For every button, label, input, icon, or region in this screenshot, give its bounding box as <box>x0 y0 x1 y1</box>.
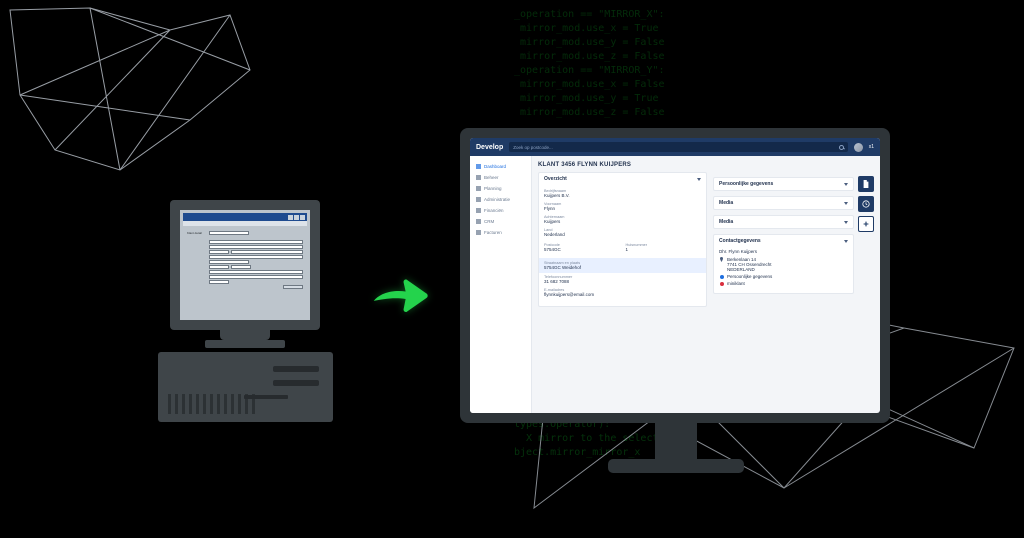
location-icon <box>719 257 724 262</box>
sidebar-item-financien[interactable]: Financiën <box>474 206 527 215</box>
app-brand: Develop <box>476 144 503 151</box>
chevron-down-icon <box>844 221 848 224</box>
field-value: Flynn <box>544 206 701 211</box>
sidebar-label: Dashboard <box>484 164 506 169</box>
social-label: miniklant <box>727 281 745 286</box>
legacy-min-icon <box>288 215 293 220</box>
wireframe-top-left <box>0 0 260 210</box>
card-persoonlijke-gegevens[interactable]: Persoonlijke gegevens <box>713 177 854 191</box>
sidebar-item-planning[interactable]: Planning <box>474 184 527 193</box>
social-icon <box>719 281 724 286</box>
user-avatar[interactable] <box>854 143 863 152</box>
chevron-down-icon <box>844 202 848 205</box>
legacy-input <box>209 280 229 284</box>
search-icon <box>839 145 844 150</box>
monitor-stand <box>608 459 744 473</box>
legacy-tower <box>158 352 333 422</box>
action-add-button[interactable] <box>858 216 874 232</box>
social-label: Persoonlijke gegevens <box>727 274 772 279</box>
card-title: Overzicht <box>544 176 567 182</box>
legacy-input <box>231 265 251 269</box>
field-value: Nederland <box>544 232 701 237</box>
sidebar-item-beheer[interactable]: Beheer <box>474 173 527 182</box>
highlighted-field: Straatnaam en plaats 5754GC Weidehof <box>539 258 706 273</box>
sidebar-label: CRM <box>484 219 494 224</box>
address-line: NEDERLAND <box>727 267 772 272</box>
legacy-close-icon <box>300 215 305 220</box>
legacy-ok-button <box>283 285 303 289</box>
invoice-icon <box>476 230 481 235</box>
legacy-input <box>209 240 303 244</box>
field-value: Kuijpers <box>544 219 701 224</box>
card-media-2[interactable]: Media <box>713 215 854 229</box>
card-media[interactable]: Media <box>713 196 854 210</box>
sidebar-item-facturen[interactable]: Facturen <box>474 228 527 237</box>
legacy-computer: Klant detail <box>150 200 340 422</box>
sidebar-label: Planning <box>484 186 502 191</box>
action-history-button[interactable] <box>858 196 874 212</box>
legacy-input <box>209 260 249 264</box>
chevron-down-icon[interactable] <box>697 178 701 181</box>
chevron-down-icon <box>844 183 848 186</box>
sidebar-label: Beheer <box>484 175 499 180</box>
legacy-input <box>231 250 303 254</box>
background-code-bottom: types.Operator): X mirror to the selecte… <box>504 410 1024 530</box>
social-icon <box>719 274 724 279</box>
chevron-down-icon[interactable] <box>844 240 848 243</box>
legacy-monitor: Klant detail <box>170 200 320 330</box>
modern-bezel: Develop Zoek op postcode... x1 Dashboard… <box>460 128 890 423</box>
field-value: 31 682 7088 <box>544 279 701 284</box>
legacy-input <box>209 255 303 259</box>
legacy-input <box>209 231 249 235</box>
legacy-form: Klant detail <box>183 226 307 294</box>
zoom-level: x1 <box>869 144 874 150</box>
legacy-max-icon <box>294 215 299 220</box>
contact-name: Dhr. Flynn Kuijpers <box>719 249 848 254</box>
action-column <box>858 162 874 407</box>
legacy-titlebar <box>183 213 307 221</box>
layers-icon <box>476 175 481 180</box>
legacy-screen: Klant detail <box>180 210 310 320</box>
legacy-input <box>209 245 303 249</box>
main-content: KLANT 3456 FLYNN KUIJPERS Overzicht Bedr… <box>532 156 880 413</box>
legacy-input <box>209 250 229 254</box>
sidebar-label: Financiën <box>484 208 504 213</box>
sidebar-label: Administratie <box>484 197 510 202</box>
folder-icon <box>476 197 481 202</box>
users-icon <box>476 219 481 224</box>
coins-icon <box>476 208 481 213</box>
card-title: Persoonlijke gegevens <box>719 181 773 187</box>
calendar-icon <box>476 186 481 191</box>
app-header: Develop Zoek op postcode... x1 <box>470 138 880 156</box>
sidebar: Dashboard Beheer Planning Administratie … <box>470 156 532 413</box>
modern-app: Develop Zoek op postcode... x1 Dashboard… <box>470 138 880 413</box>
page-title: KLANT 3456 FLYNN KUIJPERS <box>538 162 707 168</box>
sidebar-item-administratie[interactable]: Administratie <box>474 195 527 204</box>
sidebar-item-crm[interactable]: CRM <box>474 217 527 226</box>
field-value: flynnkuijpers@email.com <box>544 292 701 297</box>
legacy-input <box>209 270 303 274</box>
legacy-field-label: Klant detail <box>187 231 207 235</box>
field-value: Kuijpers B.V. <box>544 193 701 198</box>
grid-icon <box>476 164 481 169</box>
field-value: 5754GC <box>544 247 620 252</box>
sidebar-item-dashboard[interactable]: Dashboard <box>474 162 527 171</box>
field-value: 5754GC Weidehof <box>544 265 701 270</box>
card-title: Media <box>719 200 733 206</box>
legacy-input <box>209 275 303 279</box>
search-placeholder: Zoek op postcode... <box>513 145 553 150</box>
card-title: Contactgegevens <box>719 238 761 244</box>
card-overzicht: Overzicht BedrijfsnaamKuijpers B.V. Voor… <box>538 172 707 307</box>
modern-monitor: Develop Zoek op postcode... x1 Dashboard… <box>460 128 890 423</box>
transition-arrow-icon <box>370 275 430 328</box>
legacy-stand <box>205 340 285 348</box>
action-document-button[interactable] <box>858 176 874 192</box>
field-value: 1 <box>626 247 702 252</box>
sidebar-label: Facturen <box>484 230 502 235</box>
search-input[interactable]: Zoek op postcode... <box>509 142 847 152</box>
card-contactgegevens: Contactgegevens Dhr. Flynn Kuijpers Berk… <box>713 234 854 294</box>
legacy-input <box>209 265 229 269</box>
card-title: Media <box>719 219 733 225</box>
